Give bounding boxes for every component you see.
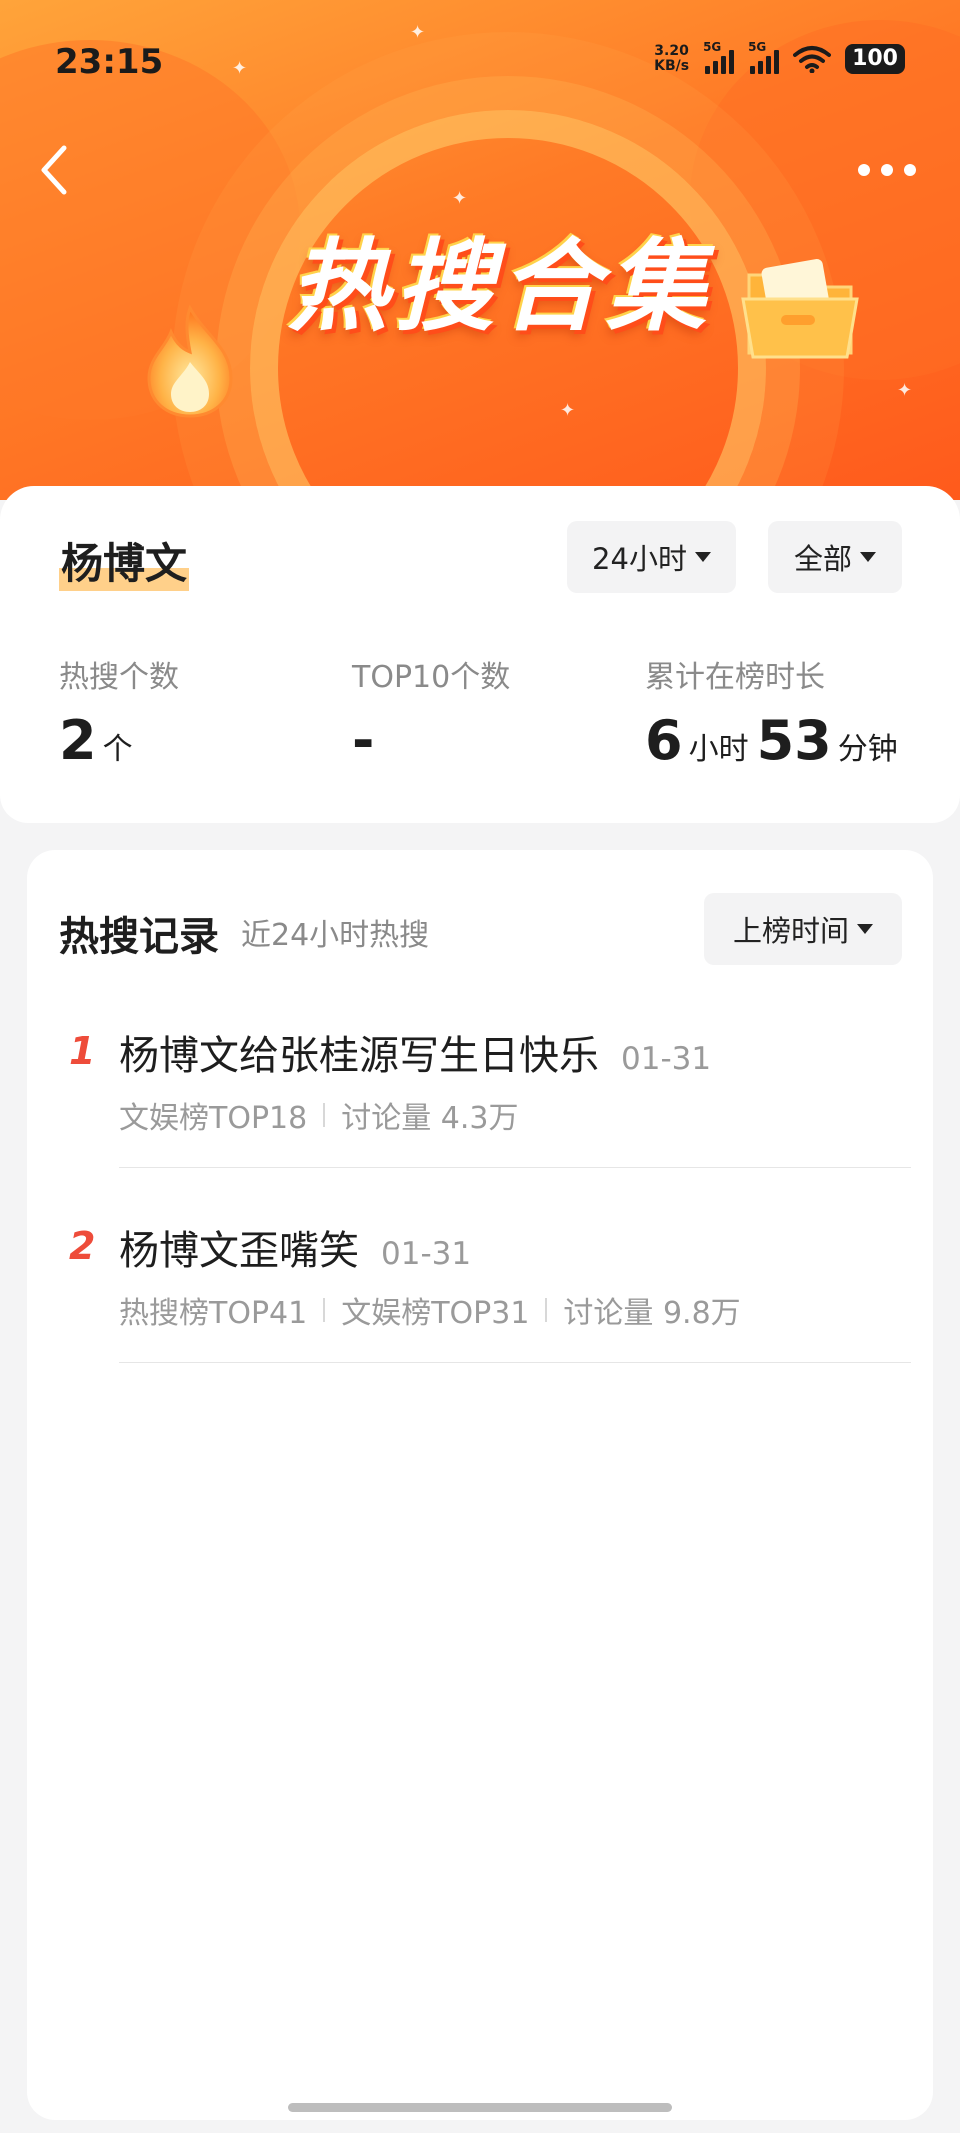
- record-tag: 文娱榜TOP31: [341, 1296, 530, 1331]
- stat-value-duration: 6 小时 53 分钟: [645, 706, 906, 785]
- signal-label: 5G: [703, 40, 722, 54]
- stat-unit: 个: [102, 732, 133, 767]
- flame-icon: [147, 304, 233, 418]
- signal-icon: 5G: [748, 40, 780, 74]
- home-indicator[interactable]: [288, 2103, 672, 2112]
- caret-down-icon: [857, 924, 873, 934]
- record-rank: 2: [69, 1224, 96, 1268]
- sort-dropdown[interactable]: 上榜时间: [704, 893, 902, 965]
- network-speed-unit: KB/s: [654, 58, 690, 74]
- sparkle-icon: ✦: [897, 380, 913, 401]
- record-rank: 1: [69, 1029, 96, 1073]
- stat-unit: 分钟: [837, 732, 898, 767]
- stat-value-hot-count: 2个: [59, 706, 141, 785]
- divider: [119, 1167, 911, 1168]
- record-tag: 文娱榜TOP18: [119, 1101, 308, 1136]
- network-speed-value: 3.20: [654, 43, 689, 59]
- record-tag: 热搜榜TOP41: [119, 1296, 308, 1331]
- signal-label: 5G: [748, 40, 767, 54]
- divider: [545, 1298, 548, 1322]
- stat-number: 2: [59, 709, 97, 772]
- stat-label-hot-count: 热搜个数: [59, 660, 179, 695]
- time-range-label: 24小时: [592, 542, 687, 576]
- stat-unit: 小时: [688, 732, 749, 767]
- divider: [323, 1298, 326, 1322]
- sparkle-icon: ✦: [232, 58, 248, 79]
- record-tag: 讨论量 4.3万: [341, 1101, 519, 1136]
- scope-label: 全部: [793, 542, 852, 576]
- scope-dropdown[interactable]: 全部: [768, 521, 902, 593]
- stat-minutes: 53: [756, 709, 832, 772]
- record-title: 杨博文歪嘴笑: [119, 1228, 359, 1274]
- divider: [323, 1103, 326, 1127]
- stat-label-duration: 累计在榜时长: [645, 660, 825, 695]
- stat-value-top10-count: -: [352, 709, 375, 772]
- time-range-dropdown[interactable]: 24小时: [567, 521, 736, 593]
- banner-title: 热搜合集: [288, 228, 712, 345]
- network-speed: 3.20 KB/s: [654, 44, 689, 74]
- record-meta: 文娱榜TOP18 讨论量 4.3万: [119, 1093, 518, 1137]
- folder-icon: [741, 258, 859, 359]
- record-tag: 讨论量 9.8万: [563, 1296, 741, 1331]
- record-date: 01-31: [621, 1041, 712, 1077]
- record-title-row: 杨博文给张桂源写生日快乐 01-31: [119, 1023, 711, 1081]
- record-title: 杨博文给张桂源写生日快乐: [119, 1033, 599, 1079]
- records-title: 热搜记录: [59, 914, 219, 960]
- records-subtitle: 近24小时热搜: [241, 918, 430, 953]
- sparkle-icon: ✦: [410, 22, 426, 43]
- record-date: 01-31: [381, 1236, 472, 1272]
- record-meta: 热搜榜TOP41 文娱榜TOP31 讨论量 9.8万: [119, 1288, 741, 1332]
- stat-label-top10-count: TOP10个数: [352, 660, 511, 695]
- sort-label: 上榜时间: [732, 914, 849, 948]
- more-dots-icon[interactable]: [854, 150, 920, 190]
- status-indicators: 3.20 KB/s 5G 5G 100: [654, 40, 905, 74]
- caret-down-icon: [694, 552, 711, 562]
- back-icon[interactable]: [34, 140, 74, 200]
- person-name: 杨博文: [59, 530, 190, 591]
- sparkle-icon: ✦: [560, 400, 576, 421]
- divider: [119, 1362, 911, 1363]
- wifi-icon: [793, 46, 832, 73]
- signal-icon: 5G: [703, 40, 735, 74]
- caret-down-icon: [860, 552, 876, 562]
- status-time: 23:15: [55, 42, 164, 82]
- record-title-row: 杨博文歪嘴笑 01-31: [119, 1218, 471, 1276]
- battery-indicator: 100: [845, 44, 905, 74]
- stat-hours: 6: [645, 709, 683, 772]
